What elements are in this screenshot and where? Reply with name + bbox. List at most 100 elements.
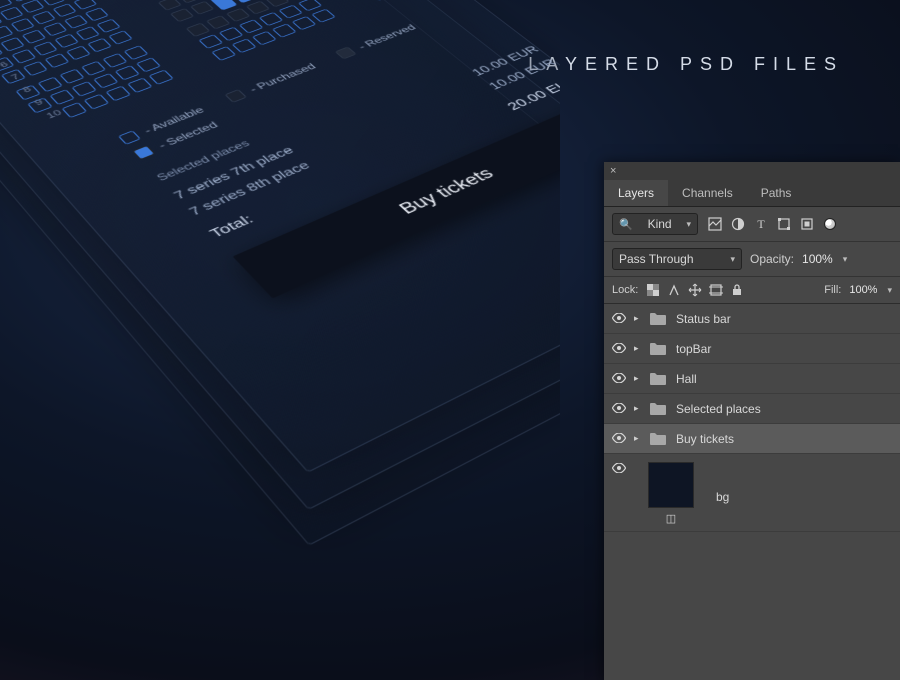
tab-layers[interactable]: Layers <box>604 180 668 206</box>
seat[interactable] <box>44 53 69 68</box>
opacity-value[interactable]: 100% <box>802 252 833 266</box>
seat[interactable] <box>81 61 106 76</box>
layer-name[interactable]: Selected places <box>676 402 761 416</box>
seat[interactable] <box>73 0 97 10</box>
seat[interactable] <box>291 16 316 30</box>
disclosure-triangle-icon[interactable]: ▸ <box>634 433 644 444</box>
disclosure-triangle-icon[interactable]: ▸ <box>634 343 644 354</box>
filter-adjustment-icon[interactable] <box>731 217 745 231</box>
seat[interactable] <box>108 31 133 45</box>
disclosure-triangle-icon[interactable]: ▸ <box>634 403 644 414</box>
blend-opacity-row: Pass Through ▾ Opacity: 100% ▾ <box>604 242 900 277</box>
seat[interactable] <box>32 41 57 56</box>
visibility-toggle-icon[interactable] <box>610 372 628 386</box>
seat[interactable] <box>135 58 160 73</box>
layer-row[interactable]: ▸ Selected places <box>604 394 900 424</box>
seat[interactable] <box>209 0 237 11</box>
disclosure-triangle-icon[interactable]: ▸ <box>634 313 644 324</box>
lock-image-icon[interactable] <box>667 283 681 297</box>
layer-name[interactable]: Status bar <box>676 312 731 326</box>
disclosure-triangle-icon[interactable]: ▸ <box>634 373 644 384</box>
seat[interactable] <box>83 94 109 110</box>
chevron-down-icon[interactable]: ▾ <box>887 285 892 296</box>
seat[interactable] <box>148 70 173 85</box>
blend-mode-dropdown[interactable]: Pass Through ▾ <box>612 248 742 270</box>
seat[interactable] <box>225 8 249 22</box>
seat[interactable] <box>231 39 256 54</box>
seat[interactable] <box>271 24 296 38</box>
visibility-toggle-icon[interactable] <box>610 342 628 356</box>
visibility-toggle-icon[interactable] <box>610 462 628 476</box>
seat[interactable] <box>190 1 214 15</box>
seat[interactable] <box>20 0 44 13</box>
panel-close-button[interactable]: × <box>604 162 900 180</box>
lock-transparency-icon[interactable] <box>646 283 660 297</box>
filter-toggle-switch[interactable] <box>824 218 836 230</box>
seat[interactable] <box>185 23 210 37</box>
lock-artboard-icon[interactable] <box>709 283 723 297</box>
seat[interactable] <box>96 19 120 33</box>
chevron-down-icon[interactable]: ▾ <box>843 254 848 265</box>
seat[interactable] <box>258 12 283 26</box>
seat[interactable] <box>54 34 79 48</box>
seat[interactable] <box>10 18 34 32</box>
seat[interactable] <box>75 26 100 40</box>
seat[interactable] <box>105 86 131 102</box>
fill-value[interactable]: 100% <box>849 284 877 296</box>
seat[interactable] <box>278 5 303 19</box>
visibility-toggle-icon[interactable] <box>610 432 628 446</box>
seat[interactable] <box>205 15 230 29</box>
lock-position-icon[interactable] <box>688 283 702 297</box>
seat[interactable] <box>52 4 76 18</box>
layer-name[interactable]: Hall <box>676 372 697 386</box>
filter-shape-icon[interactable] <box>777 217 791 231</box>
filter-pixel-icon[interactable] <box>708 217 722 231</box>
layer-row[interactable]: ▸ Status bar <box>604 304 900 334</box>
seat[interactable] <box>0 7 23 21</box>
seat[interactable] <box>0 37 24 52</box>
seat[interactable] <box>311 9 336 23</box>
seat[interactable] <box>157 0 181 11</box>
seat[interactable] <box>251 31 276 45</box>
seat[interactable] <box>245 1 269 15</box>
seat[interactable] <box>238 20 263 34</box>
layer-name[interactable]: bg <box>716 490 729 504</box>
seat[interactable] <box>59 69 84 84</box>
lock-all-icon[interactable] <box>730 283 744 297</box>
layer-row[interactable]: ▸ topBar <box>604 334 900 364</box>
opacity-label: Opacity: <box>750 252 794 266</box>
seat[interactable] <box>127 78 153 93</box>
filter-type-icon[interactable]: T <box>754 217 768 231</box>
layer-row[interactable]: ▸ Hall <box>604 364 900 394</box>
seat[interactable] <box>84 8 108 22</box>
layer-row[interactable]: ▸ Buy tickets <box>604 424 900 454</box>
seat[interactable] <box>21 30 45 44</box>
seat[interactable] <box>102 53 127 68</box>
layer-name[interactable]: Buy tickets <box>676 432 734 446</box>
filter-smartobject-icon[interactable] <box>800 217 814 231</box>
layer-name[interactable]: topBar <box>676 342 711 356</box>
seat-gap <box>149 16 173 30</box>
seat[interactable] <box>169 8 193 22</box>
filter-kind-dropdown[interactable]: 🔍 Kind ▾ <box>612 213 698 235</box>
seat[interactable] <box>123 46 148 61</box>
seat[interactable] <box>114 65 139 80</box>
seat[interactable] <box>63 15 87 29</box>
seat[interactable] <box>31 11 55 25</box>
seat[interactable] <box>198 35 223 49</box>
seat[interactable] <box>87 38 112 53</box>
visibility-toggle-icon[interactable] <box>610 312 628 326</box>
seat[interactable] <box>211 46 236 61</box>
tab-channels[interactable]: Channels <box>668 180 747 206</box>
tab-paths[interactable]: Paths <box>747 180 806 206</box>
layer-row[interactable]: ◫ bg <box>604 454 900 532</box>
seat[interactable] <box>218 27 243 41</box>
seat-gap <box>137 4 161 18</box>
seat[interactable] <box>297 0 321 11</box>
seat[interactable] <box>65 46 90 61</box>
layer-thumbnail: ◫ <box>648 462 694 525</box>
visibility-toggle-icon[interactable] <box>610 402 628 416</box>
seat[interactable] <box>93 73 118 88</box>
seat[interactable] <box>42 22 66 36</box>
seat[interactable] <box>71 81 96 96</box>
